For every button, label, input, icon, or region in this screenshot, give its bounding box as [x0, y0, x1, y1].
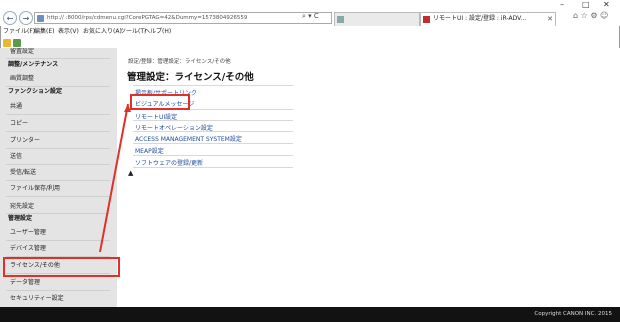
- tab-label: リモートUI : 設定/登録 : iR-ADV...: [433, 15, 527, 22]
- favorites-bar: [0, 38, 620, 48]
- maximize-button[interactable]: □: [582, 0, 590, 9]
- back-button[interactable]: ←: [3, 11, 17, 25]
- sidebar-item-data-management[interactable]: データ管理: [0, 278, 117, 287]
- divider: [6, 180, 110, 181]
- forward-button[interactable]: →: [19, 11, 33, 25]
- breadcrumb: 設定/登録：管理設定：ライセンス/その他: [128, 59, 231, 65]
- divider: [6, 86, 110, 87]
- link-meap-settings[interactable]: MEAP設定: [135, 146, 164, 155]
- favorites-star-icon[interactable]: [3, 39, 11, 47]
- menu-tools[interactable]: ツール(T): [120, 26, 146, 38]
- suggested-sites-icon[interactable]: [13, 39, 21, 47]
- sidebar-heading-maintenance: 調整/メンテナンス: [8, 61, 59, 68]
- sidebar-item-user-management[interactable]: ユーザー管理: [0, 228, 117, 237]
- menu-help[interactable]: ヘルプ(H): [144, 26, 171, 38]
- menu-file[interactable]: ファイル(F): [3, 26, 35, 38]
- tab-close-icon[interactable]: ✕: [547, 13, 553, 25]
- sidebar-item-printer[interactable]: プリンター: [0, 136, 117, 145]
- sidebar-item-copy[interactable]: コピー: [0, 119, 117, 128]
- sidebar-item-receive[interactable]: 受信/転送: [0, 168, 117, 177]
- back-arrow-icon: ←: [6, 13, 14, 23]
- forward-arrow-icon: →: [22, 13, 30, 23]
- title-bar: – □ ✕: [0, 0, 620, 10]
- sidebar-item-image-adjust[interactable]: 画質調整: [0, 74, 117, 83]
- url-text: http:// :8000/rps/cdmenu.cgi?CorePGTAG=4…: [47, 15, 248, 21]
- sidebar-item-security[interactable]: セキュリティー設定: [0, 294, 117, 303]
- minimize-button[interactable]: –: [560, 0, 564, 9]
- sidebar-heading-function: ファンクション設定: [8, 88, 63, 95]
- divider: [133, 143, 293, 144]
- page-favicon-icon: [37, 15, 44, 22]
- sidebar-item-device-management[interactable]: デバイス管理: [0, 244, 117, 253]
- sidebar-item-address[interactable]: 宛先設定: [0, 202, 117, 211]
- divider: [6, 290, 110, 291]
- toolbar-icons[interactable]: ⌂ ☆ ⚙ ☺: [573, 11, 608, 20]
- divider: [6, 240, 110, 241]
- divider: [6, 114, 110, 115]
- main-content: 設定/登録：管理設定：ライセンス/その他 管理設定：ライセンス/その他 掲示板/…: [117, 48, 620, 307]
- copyright-text: Copyright CANON INC. 2015: [534, 311, 612, 317]
- highlight-box-license: [3, 257, 120, 277]
- sidebar-item-storage[interactable]: 留置設定: [0, 48, 117, 56]
- sidebar-item-send[interactable]: 送信: [0, 152, 117, 161]
- sidebar-item-file-storage[interactable]: ファイル保存/利用: [0, 184, 117, 193]
- divider: [6, 58, 110, 59]
- url-input[interactable]: http:// :8000/rps/cdmenu.cgi?CorePGTAG=4…: [34, 12, 332, 24]
- page-title: 管理設定：ライセンス/その他: [127, 72, 254, 83]
- tab-blank[interactable]: [334, 12, 420, 26]
- menu-edit[interactable]: 編集(E): [34, 26, 54, 38]
- divider: [6, 131, 110, 132]
- to-top-icon[interactable]: ▲: [128, 169, 133, 177]
- link-access-management-system[interactable]: ACCESS MANAGEMENT SYSTEM設定: [135, 134, 242, 143]
- tab-favicon-icon: [423, 16, 430, 23]
- url-action-icons[interactable]: ⌕ ▾ C: [302, 12, 319, 21]
- tab-remote-ui[interactable]: リモートUI : 設定/登録 : iR-ADV... ✕: [420, 12, 556, 26]
- menu-view[interactable]: 表示(V): [58, 26, 79, 38]
- divider: [133, 155, 293, 156]
- address-bar-row: ← → http:// :8000/rps/cdmenu.cgi?CorePGT…: [0, 10, 620, 26]
- divider: [133, 167, 293, 168]
- sidebar-heading-management: 管理設定: [8, 215, 33, 222]
- close-window-button[interactable]: ✕: [603, 0, 610, 9]
- divider: [133, 131, 293, 132]
- footer: Copyright CANON INC. 2015: [0, 307, 620, 322]
- sidebar-item-common[interactable]: 共通: [0, 102, 117, 111]
- menu-bar: ファイル(F) 編集(E) 表示(V) お気に入り(A) ツール(T) ヘルプ(…: [0, 26, 620, 38]
- link-software-register[interactable]: ソフトウェアの登録/更新: [135, 158, 203, 167]
- divider: [6, 148, 110, 149]
- divider: [133, 120, 293, 121]
- divider: [6, 196, 110, 197]
- tab-favicon-icon: [337, 16, 344, 23]
- highlight-box-visual-message: [130, 94, 190, 110]
- divider: [6, 164, 110, 165]
- divider: [133, 85, 293, 86]
- menu-favorites[interactable]: お気に入り(A): [83, 26, 122, 38]
- divider: [6, 213, 110, 214]
